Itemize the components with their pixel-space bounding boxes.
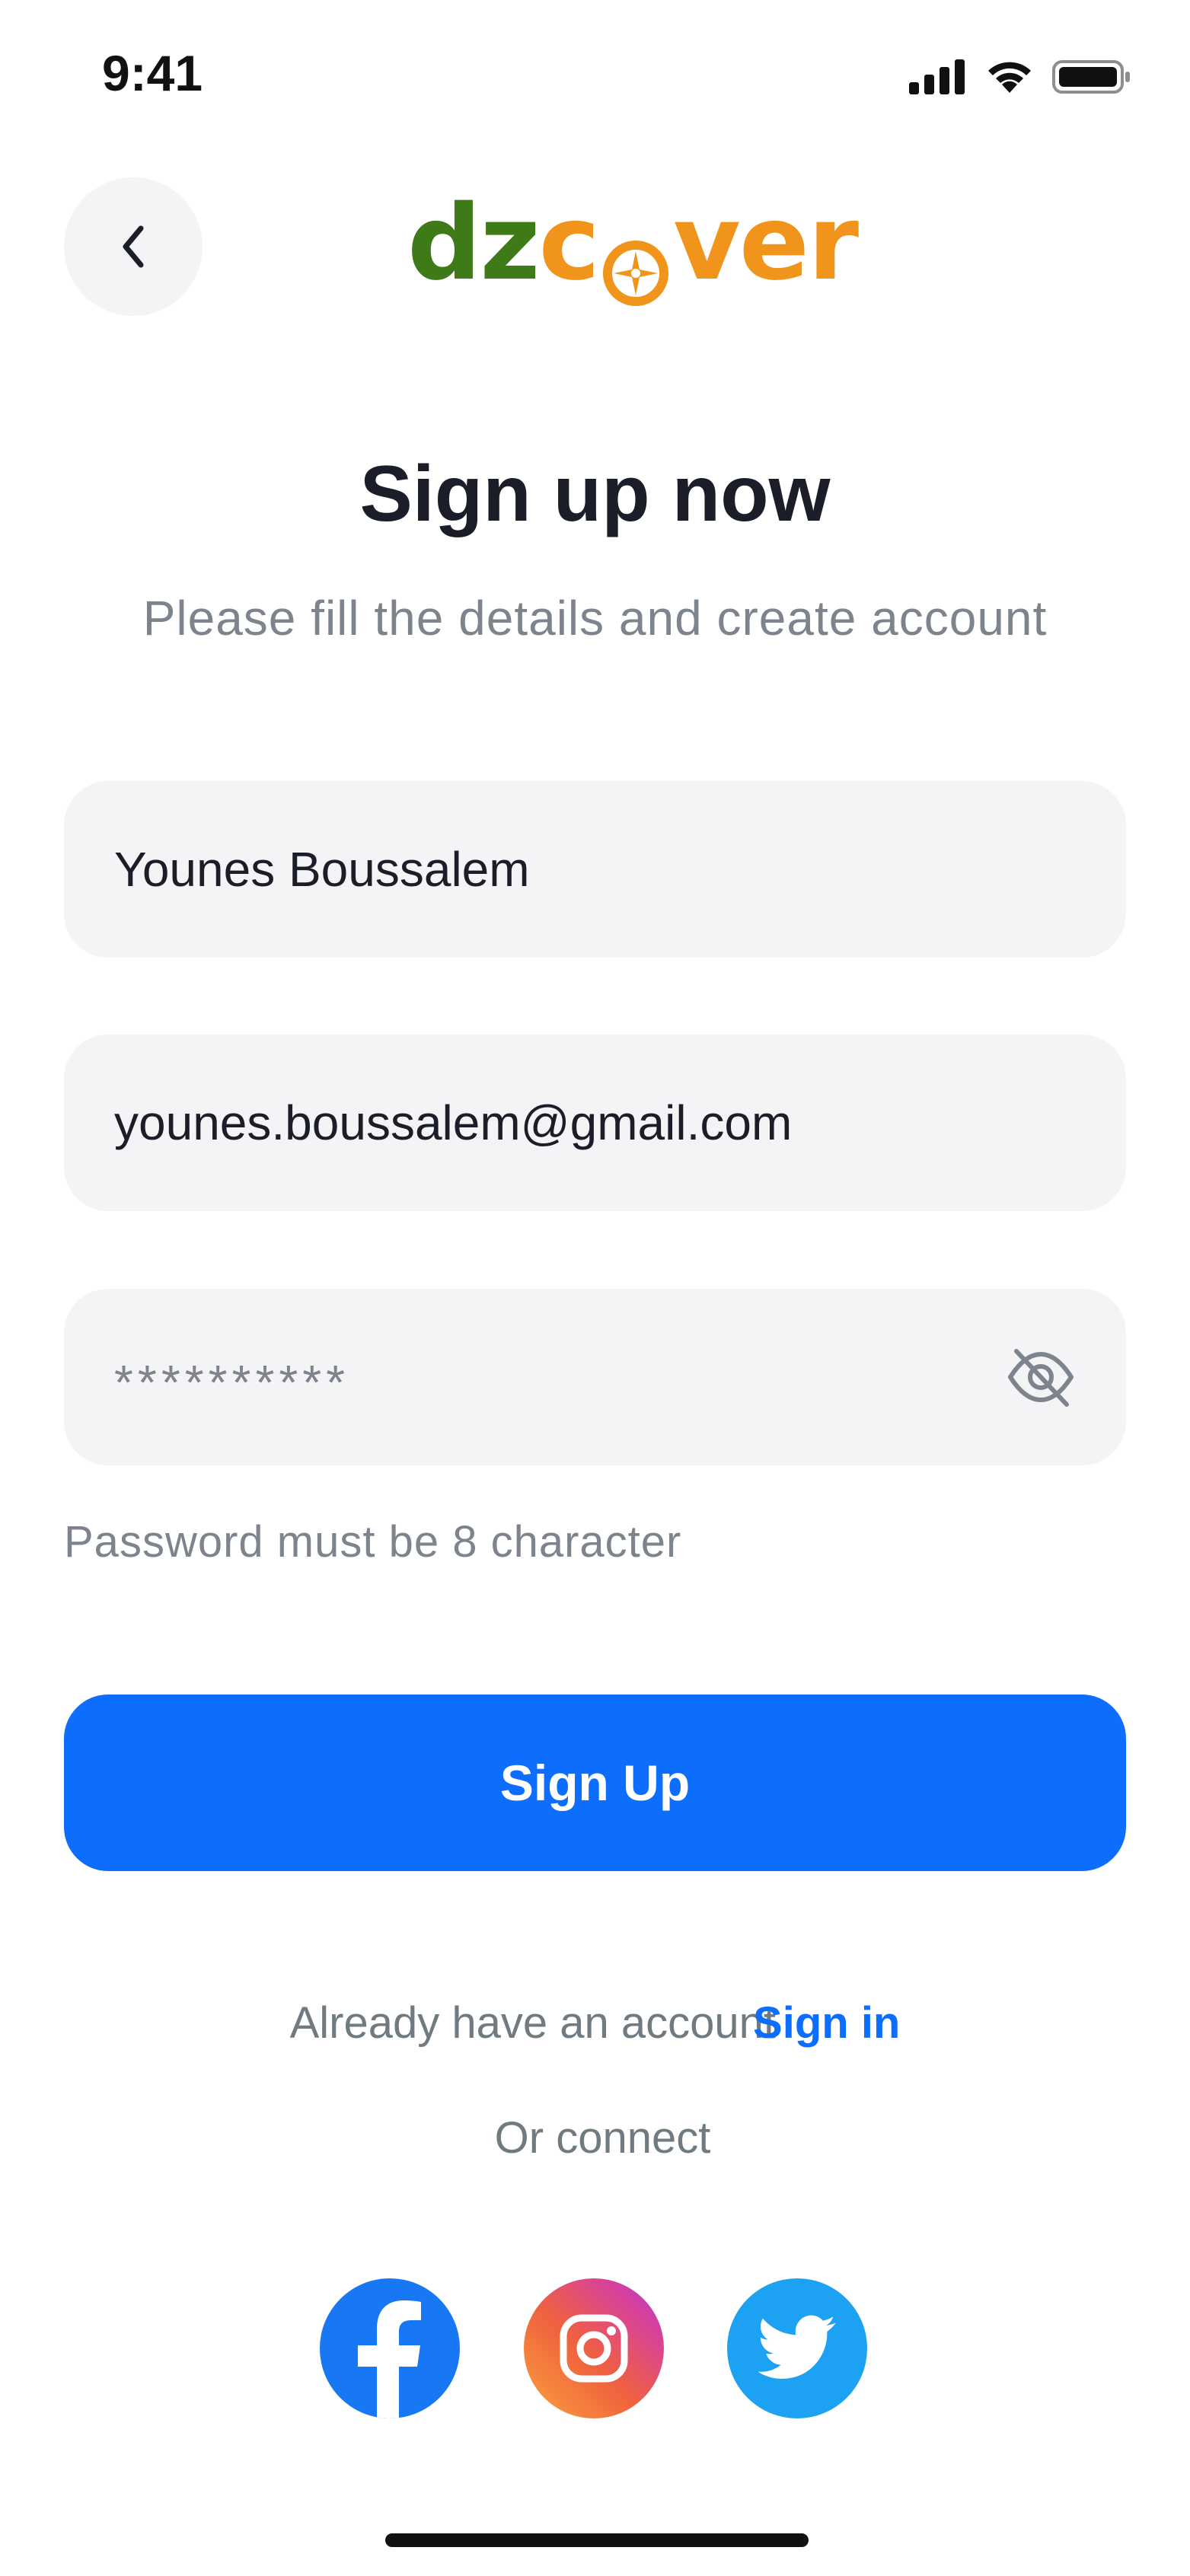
or-connect-label: Or connect xyxy=(494,2113,711,2163)
password-hint: Password must be 8 character xyxy=(64,1517,682,1567)
password-value: ********** xyxy=(114,1355,350,1410)
wifi-icon xyxy=(988,62,1031,93)
sign-up-label: Sign Up xyxy=(499,1755,691,1811)
logo-text-dz: dz xyxy=(407,183,541,304)
page-subtitle: Please fill the details and create accou… xyxy=(142,591,1048,646)
cellular-signal-icon xyxy=(909,59,965,94)
facebook-button[interactable] xyxy=(320,2278,460,2418)
eye-off-icon[interactable] xyxy=(1006,1342,1076,1412)
sign-in-link[interactable]: Sign in xyxy=(753,1998,900,2048)
home-indicator xyxy=(385,2533,809,2547)
email-field[interactable]: younes.boussalem@gmail.com xyxy=(64,1035,1126,1211)
status-icons xyxy=(909,59,1131,94)
chevron-left-icon xyxy=(123,225,144,268)
sign-in-prompt-text: Already have an account xyxy=(289,1998,777,2048)
compass-icon xyxy=(603,219,669,306)
email-value: younes.boussalem@gmail.com xyxy=(114,1095,793,1150)
instagram-icon xyxy=(560,2314,628,2383)
facebook-icon xyxy=(358,2300,421,2418)
status-time: 9:41 xyxy=(102,45,203,101)
name-field[interactable]: Younes Boussalem xyxy=(64,781,1126,958)
logo-text-c: c xyxy=(538,183,601,304)
sign-in-prompt: Already have an accountSign in xyxy=(0,1997,1190,2048)
dzcover-logo: dz c ver xyxy=(407,183,859,306)
battery-icon xyxy=(1052,60,1130,94)
sign-up-button[interactable]: Sign Up xyxy=(64,1694,1126,1871)
twitter-icon xyxy=(758,2315,836,2379)
password-field[interactable]: ********** xyxy=(64,1289,1126,1465)
instagram-button[interactable] xyxy=(524,2278,664,2418)
twitter-button[interactable] xyxy=(727,2278,867,2418)
logo-text-ver: ver xyxy=(673,183,859,304)
page-title: Sign up now xyxy=(359,450,831,538)
back-button[interactable] xyxy=(64,177,203,316)
name-value: Younes Boussalem xyxy=(114,842,530,897)
